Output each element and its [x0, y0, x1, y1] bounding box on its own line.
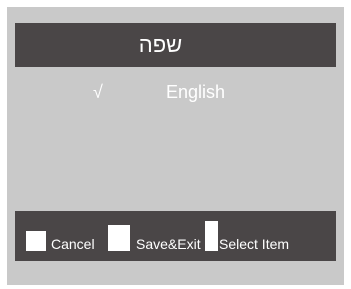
select-item-softkey[interactable]: Select Item — [205, 211, 336, 261]
select-item-key-icon[interactable] — [205, 221, 218, 251]
checkmark-icon: √ — [93, 82, 103, 102]
cancel-label: Cancel — [51, 236, 95, 252]
softkey-bar: Cancel Save&Exit Select Item — [15, 211, 336, 261]
save-exit-label: Save&Exit — [136, 236, 201, 252]
select-item-label: Select Item — [219, 236, 290, 252]
list-item-label: English — [166, 82, 226, 102]
lcd-screen: שפה √ English Cancel Save&Exit Select It… — [15, 23, 336, 261]
save-exit-softkey[interactable]: Save&Exit — [105, 211, 205, 261]
cancel-softkey[interactable]: Cancel — [15, 211, 105, 261]
title-bar: שפה — [15, 23, 336, 67]
list-item-english[interactable]: √ English — [15, 79, 336, 107]
cancel-key-icon[interactable] — [26, 231, 46, 251]
page-title: שפה — [138, 32, 183, 57]
device-panel: שפה √ English Cancel Save&Exit Select It… — [7, 7, 344, 285]
language-list: √ English — [15, 67, 336, 211]
save-exit-key-icon[interactable] — [108, 225, 130, 251]
